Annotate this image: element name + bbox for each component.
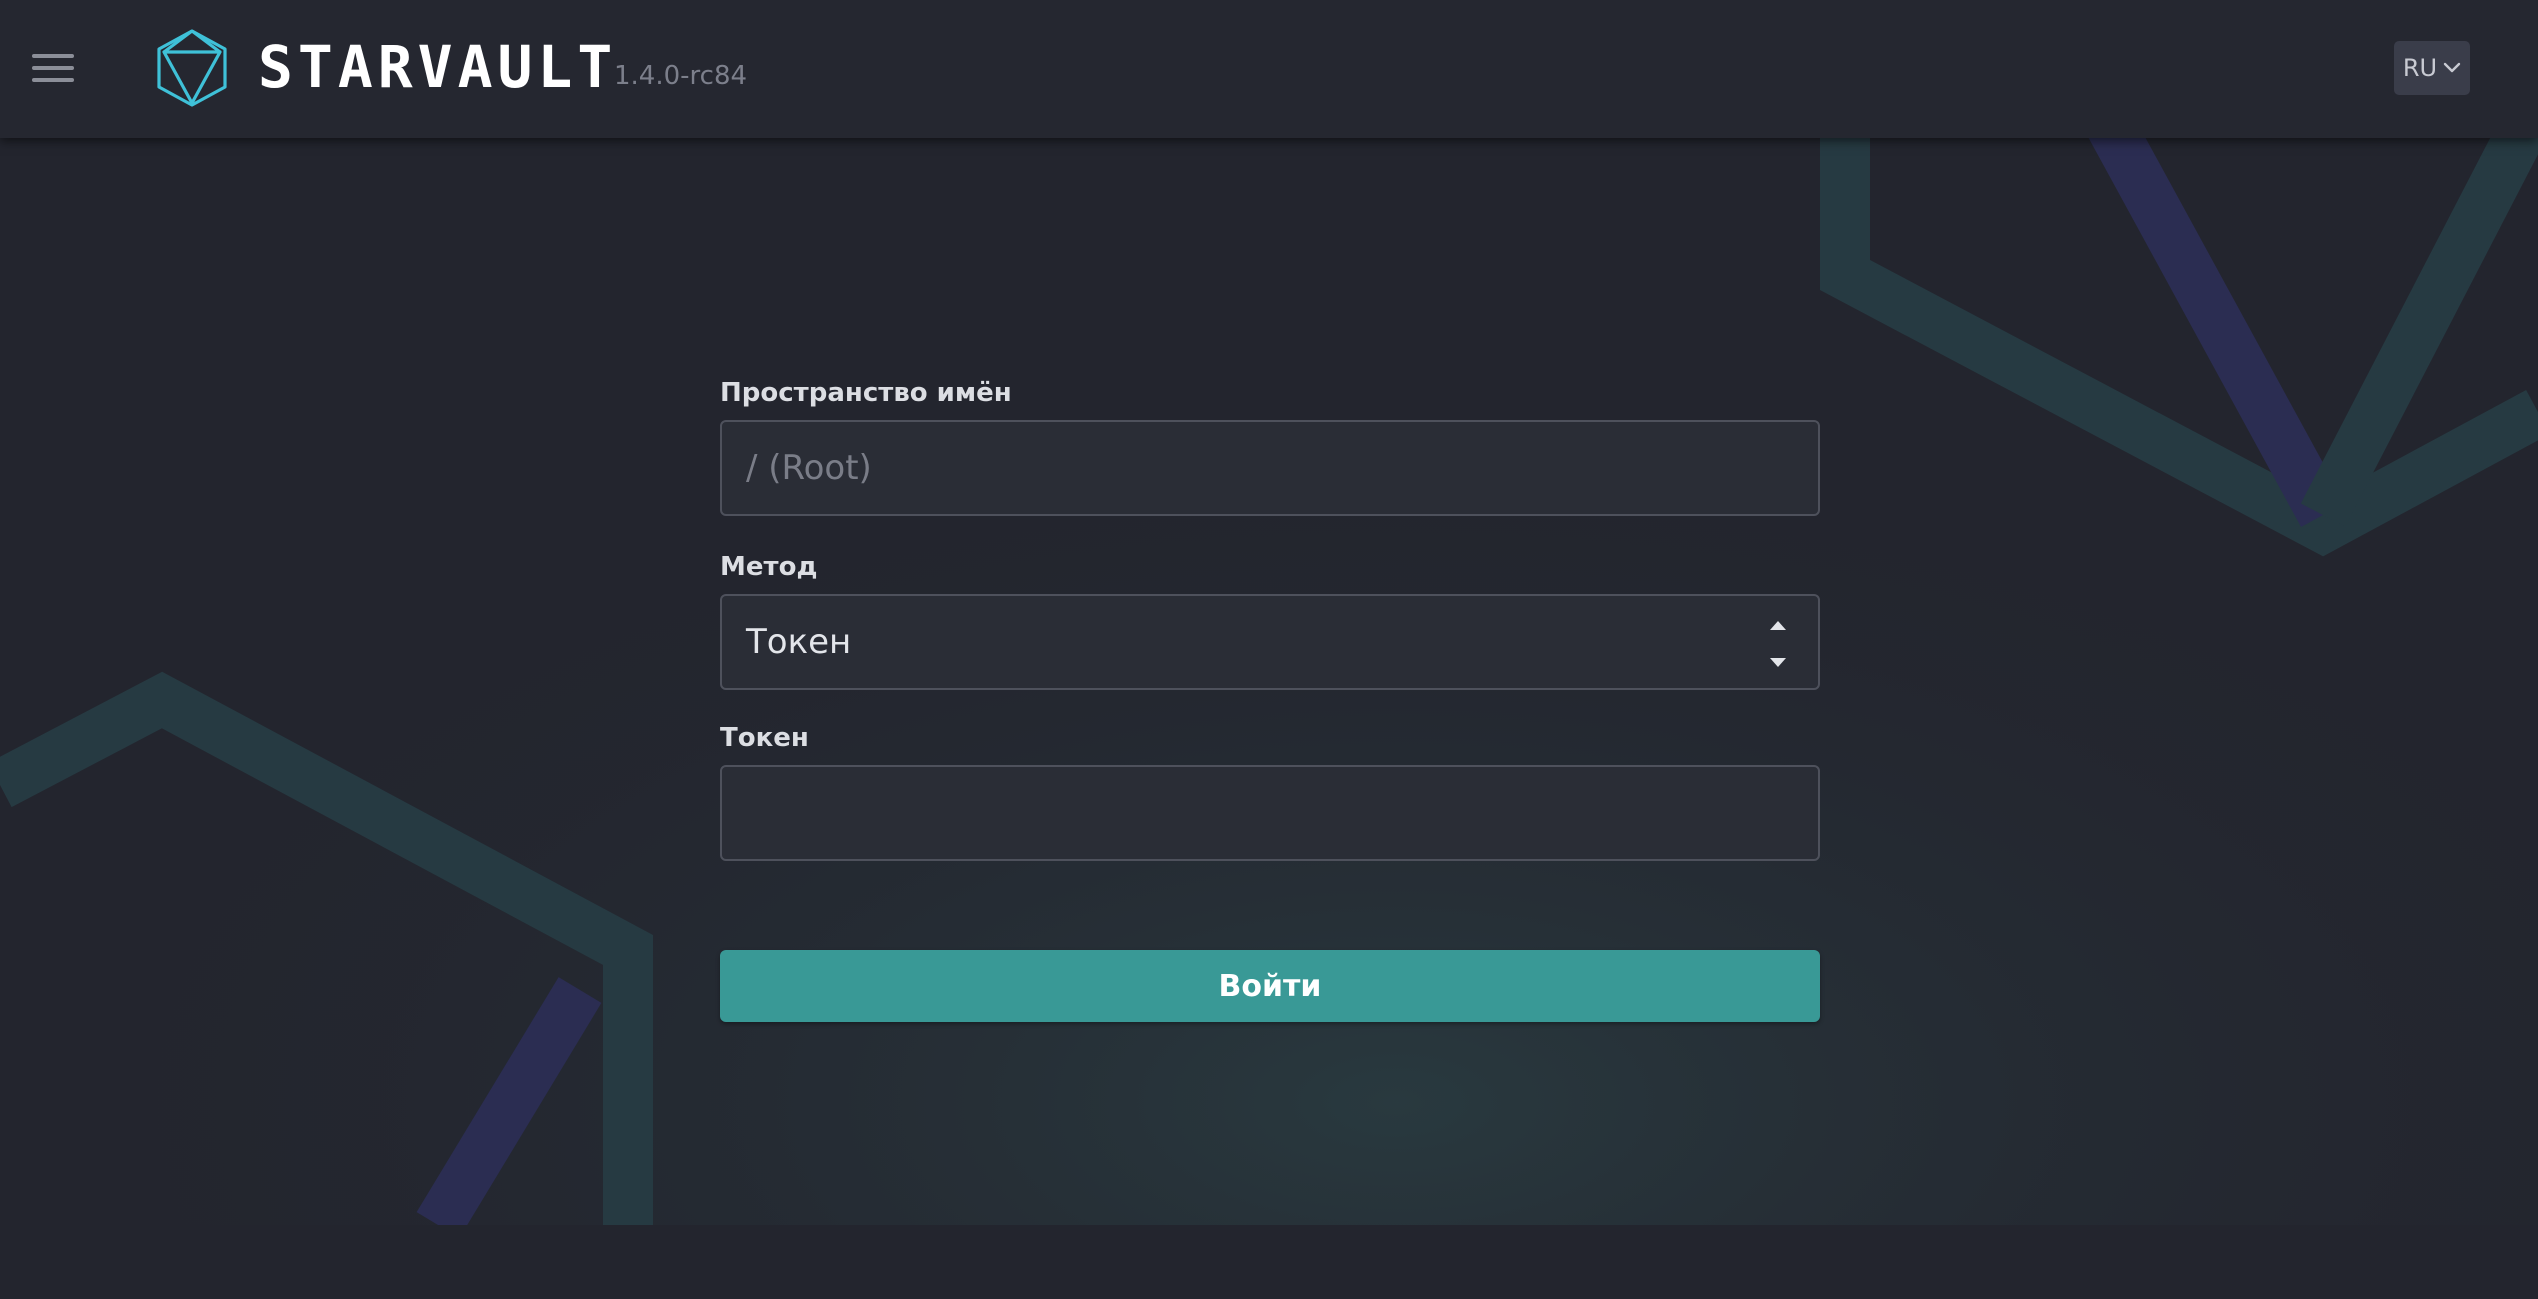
language-selector[interactable]: RU: [2394, 41, 2470, 95]
hamburger-menu-icon[interactable]: [22, 40, 84, 96]
method-selected-value: Токен: [746, 622, 852, 662]
brand-name: STARVAULT: [258, 33, 618, 101]
footer-band: [0, 1225, 2538, 1299]
sign-in-button[interactable]: Войти: [720, 950, 1820, 1022]
select-arrows-icon: [1768, 614, 1788, 674]
geometric-polyhedron-logo-icon: [157, 29, 227, 107]
login-page: STARVAULT 1.4.0-rc84 RU Пространство имё…: [0, 0, 2538, 1299]
method-label: Метод: [720, 552, 818, 582]
chevron-down-icon: [2443, 62, 2461, 73]
app-version: 1.4.0-rc84: [614, 61, 748, 91]
language-code: RU: [2402, 54, 2438, 82]
token-input[interactable]: [720, 765, 1820, 861]
namespace-input[interactable]: [720, 420, 1820, 516]
method-select[interactable]: Токен: [720, 594, 1820, 690]
token-label: Токен: [720, 723, 809, 753]
top-header: STARVAULT 1.4.0-rc84 RU: [0, 0, 2538, 138]
namespace-label: Пространство имён: [720, 378, 1012, 408]
